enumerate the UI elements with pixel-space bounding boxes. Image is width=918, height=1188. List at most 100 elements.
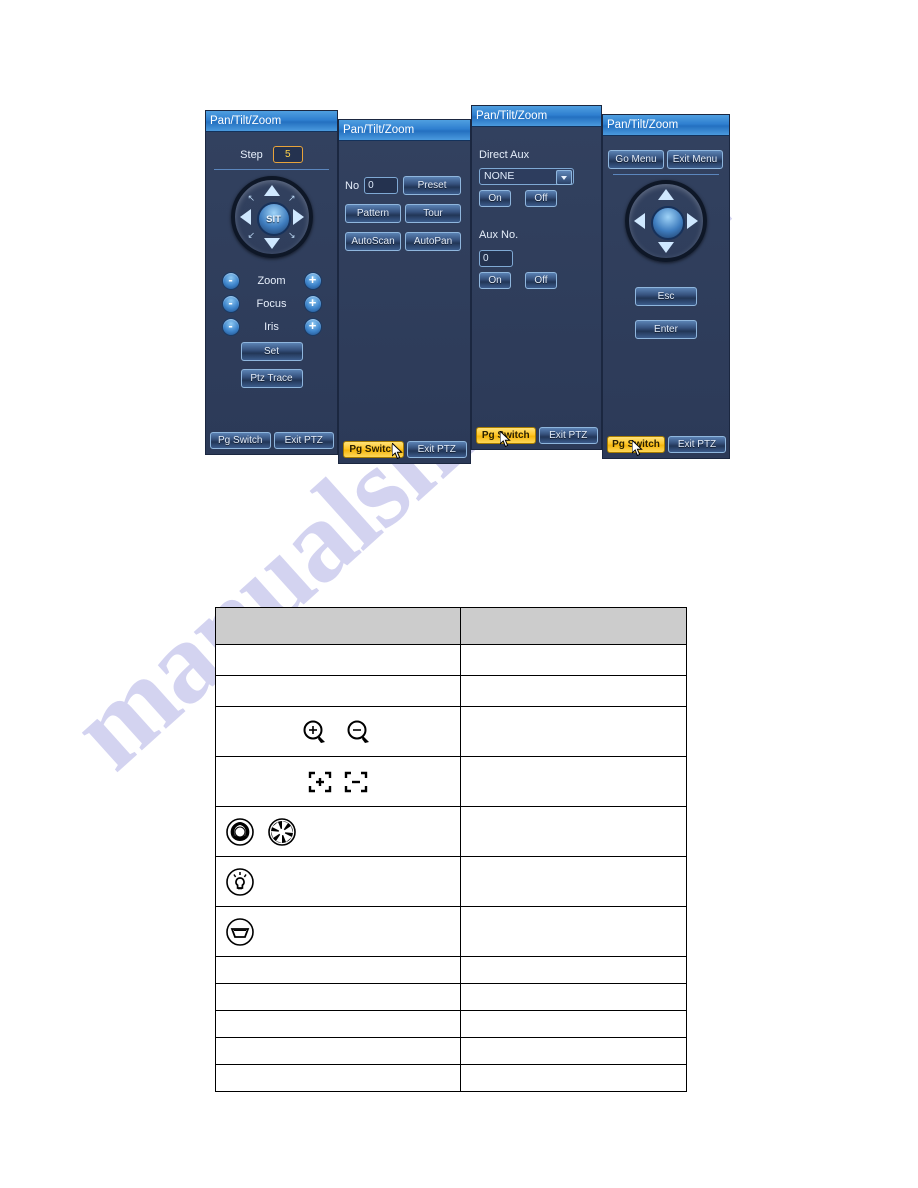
row-2-col1 <box>215 675 461 707</box>
autopan-button[interactable]: AutoPan <box>405 232 461 251</box>
iris-control-row: - Iris + <box>221 318 322 336</box>
joystick-down-right-arrow[interactable]: ↘ <box>288 231 296 240</box>
direct-aux-off-button[interactable]: Off <box>525 190 557 207</box>
chevron-down-icon[interactable] <box>556 170 572 185</box>
joystick-down-arrow[interactable] <box>263 238 280 249</box>
pg-switch-button-1[interactable]: Pg Switch <box>210 432 271 449</box>
table-row <box>215 756 688 807</box>
joystick-up-arrow[interactable] <box>263 185 280 196</box>
iris-plus-button[interactable]: + <box>303 318 322 336</box>
table-row <box>215 906 688 957</box>
iris-label: Iris <box>264 321 279 333</box>
menu-left-arrow[interactable] <box>634 213 645 229</box>
row-5-col1 <box>215 806 461 857</box>
joystick-down-left-arrow[interactable]: ↙ <box>248 231 256 240</box>
pg-switch-button-2[interactable]: Pg Switch <box>343 441 404 458</box>
row-2-col2 <box>459 675 688 707</box>
enter-button[interactable]: Enter <box>635 320 697 339</box>
panel-2-body: No 0 Preset Pattern Tour AutoScan AutoPa… <box>339 141 470 463</box>
panel-1-body: Step 5 ↖ ↗ ↙ ↘ SIT - Zoom + - Focus + - … <box>206 132 337 454</box>
menu-right-arrow[interactable] <box>687 213 698 229</box>
zoom-out-magnifier-icon <box>347 720 369 743</box>
panel-4-divider <box>613 174 719 175</box>
panel-4-bottom-bar: Pg Switch Exit PTZ <box>607 436 726 453</box>
zoom-control-row: - Zoom + <box>221 272 322 290</box>
aux-no-input[interactable]: 0 <box>479 250 513 267</box>
menu-direction-joystick[interactable] <box>625 180 707 262</box>
ptz-panel-strip: Pan/Tilt/Zoom Step 5 ↖ ↗ ↙ ↘ SIT - Zoom … <box>205 105 730 464</box>
row-3-col1 <box>215 706 461 757</box>
autoscan-button[interactable]: AutoScan <box>345 232 401 251</box>
pg-switch-button-4[interactable]: Pg Switch <box>607 436 665 453</box>
iris-close-aperture-icon <box>268 817 296 846</box>
ptz-direction-joystick[interactable]: ↖ ↗ ↙ ↘ SIT <box>230 176 313 258</box>
preset-button[interactable]: Preset <box>403 176 462 195</box>
exit-menu-button[interactable]: Exit Menu <box>667 150 723 169</box>
joystick-center-button[interactable]: SIT <box>256 202 291 236</box>
row-9-col2 <box>459 983 688 1011</box>
panel-1-title: Pan/Tilt/Zoom <box>206 111 337 132</box>
menu-joystick-center-button[interactable] <box>651 206 685 240</box>
table-row <box>215 806 688 857</box>
exit-ptz-button-1[interactable]: Exit PTZ <box>273 432 334 449</box>
iris-icons-group <box>221 817 455 847</box>
joystick-up-right-arrow[interactable]: ↗ <box>288 194 296 203</box>
direct-aux-select[interactable]: NONE <box>479 168 574 185</box>
row-1-col1 <box>215 644 461 676</box>
focus-label: Focus <box>256 298 287 310</box>
menu-down-arrow[interactable] <box>658 242 674 253</box>
iris-minus-button[interactable]: - <box>221 318 240 336</box>
pattern-button[interactable]: Pattern <box>345 204 401 223</box>
joystick-right-arrow[interactable] <box>292 209 304 225</box>
ptz-function-table <box>215 607 688 1092</box>
preset-no-input[interactable]: 0 <box>364 177 399 194</box>
table-header-col2 <box>459 607 688 645</box>
pg-switch-button-3[interactable]: Pg Switch <box>476 427 536 444</box>
table-row <box>215 856 688 907</box>
focus-minus-button[interactable]: - <box>221 295 240 313</box>
exit-ptz-button-4[interactable]: Exit PTZ <box>668 436 726 453</box>
row-1-col2 <box>459 644 688 676</box>
focus-near-bracket-icon <box>308 771 332 792</box>
aux-no-on-button[interactable]: On <box>479 272 511 289</box>
ptz-panel-4: Pan/Tilt/Zoom Go Menu Exit Menu Esc Ente… <box>602 114 730 459</box>
direct-aux-selected-value: NONE <box>484 170 515 182</box>
set-button[interactable]: Set <box>240 342 303 361</box>
zoom-label: Zoom <box>257 275 286 287</box>
ptz-panel-3: Pan/Tilt/Zoom Direct Aux NONE On Off Aux… <box>471 105 602 450</box>
direct-aux-label: Direct Aux <box>479 149 530 161</box>
table-header-col1 <box>215 607 461 645</box>
row-11-col1 <box>215 1037 461 1065</box>
ptz-trace-button[interactable]: Ptz Trace <box>240 369 303 388</box>
panel-3-bottom-bar: Pg Switch Exit PTZ <box>476 427 598 444</box>
exit-ptz-button-3[interactable]: Exit PTZ <box>538 427 598 444</box>
step-input[interactable]: 5 <box>272 146 303 163</box>
focus-far-bracket-icon <box>344 771 368 792</box>
row-7-col2 <box>459 906 688 957</box>
wiper-icon-group <box>221 917 455 947</box>
aux-no-label: Aux No. <box>479 229 519 241</box>
menu-up-arrow[interactable] <box>658 189 674 200</box>
table-row <box>215 1064 688 1092</box>
joystick-left-arrow[interactable] <box>239 209 251 225</box>
joystick-up-left-arrow[interactable]: ↖ <box>248 194 256 203</box>
exit-ptz-button-2[interactable]: Exit PTZ <box>406 441 467 458</box>
tour-button[interactable]: Tour <box>405 204 461 223</box>
aux-no-off-button[interactable]: Off <box>525 272 557 289</box>
table-row <box>215 675 688 707</box>
focus-control-row: - Focus + <box>221 295 322 313</box>
direct-aux-on-button[interactable]: On <box>479 190 511 207</box>
panel-4-body: Go Menu Exit Menu Esc Enter Pg Switch Ex… <box>603 136 729 458</box>
zoom-plus-button[interactable]: + <box>303 272 322 290</box>
row-4-col1 <box>215 756 461 807</box>
go-menu-button[interactable]: Go Menu <box>608 150 664 169</box>
esc-button[interactable]: Esc <box>635 287 697 306</box>
row-12-col1 <box>215 1064 461 1092</box>
row-4-col2 <box>459 756 688 807</box>
row-9-col1 <box>215 983 461 1011</box>
row-10-col2 <box>459 1010 688 1038</box>
row-7-col1 <box>215 906 461 957</box>
row-5-col2 <box>459 806 688 857</box>
zoom-minus-button[interactable]: - <box>221 272 240 290</box>
focus-plus-button[interactable]: + <box>303 295 322 313</box>
